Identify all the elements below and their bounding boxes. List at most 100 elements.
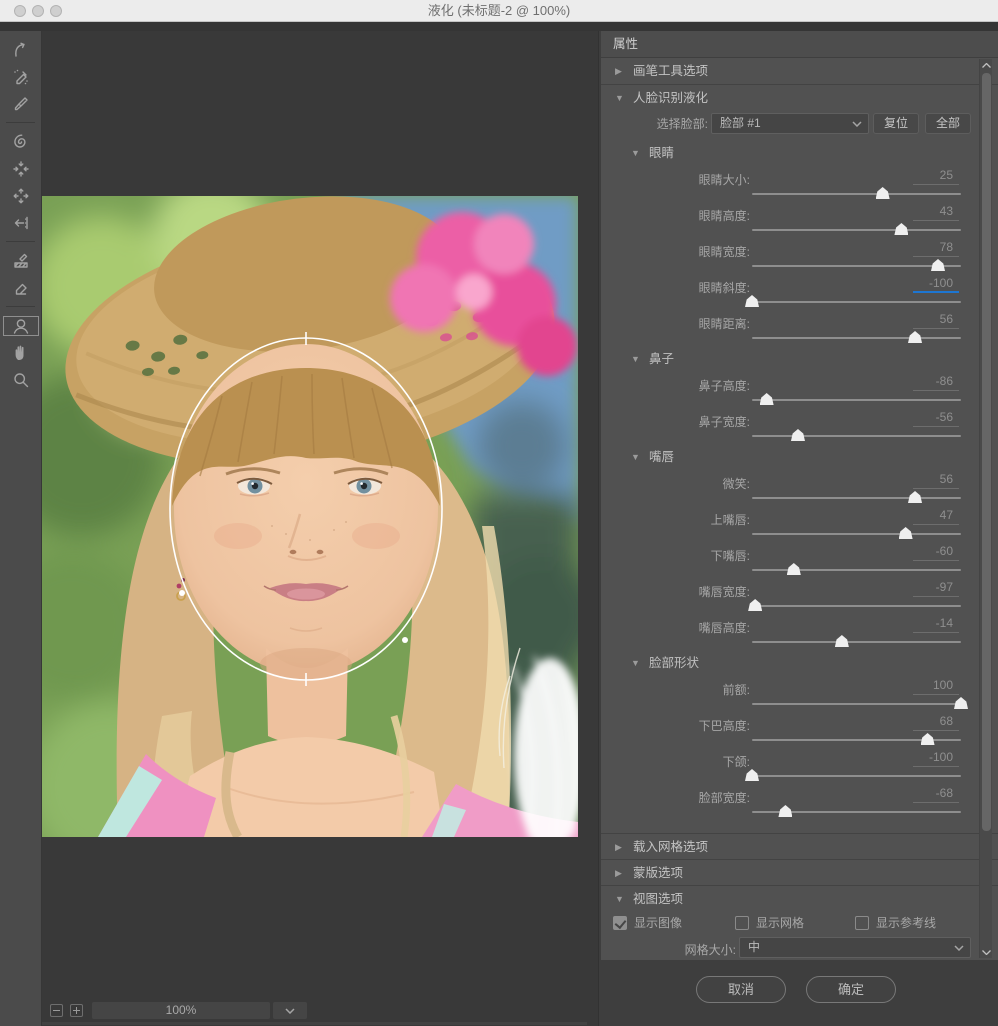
unchecked-checkbox-icon[interactable]: [735, 916, 749, 930]
zoom-out-button[interactable]: [50, 1004, 63, 1017]
reset-button[interactable]: 复位: [873, 113, 919, 134]
slider-value-field[interactable]: 43: [913, 204, 959, 221]
subsection-嘴唇[interactable]: ▼嘴唇: [601, 444, 998, 470]
slider-track[interactable]: [752, 605, 961, 607]
checkbox-显示参考线[interactable]: 显示参考线: [855, 914, 936, 931]
mesh-size-dropdown[interactable]: 中: [739, 937, 971, 958]
slider-label: 眼睛斜度:: [699, 279, 750, 296]
slider-value-field[interactable]: -97: [913, 580, 959, 597]
slider-handle[interactable]: [899, 527, 913, 539]
subsection-脸部形状[interactable]: ▼脸部形状: [601, 650, 998, 676]
push-left-icon: [11, 213, 31, 233]
subsection-眼睛[interactable]: ▼眼睛: [601, 140, 998, 166]
scroll-down-icon[interactable]: [980, 946, 993, 958]
slider-handle[interactable]: [745, 295, 759, 307]
slider-handle[interactable]: [745, 769, 759, 781]
slider-value-field[interactable]: -56: [913, 410, 959, 427]
slider-value-field[interactable]: 25: [913, 168, 959, 185]
zoom-level-field[interactable]: 100%: [92, 1002, 270, 1019]
freeze-mask-icon: [11, 251, 31, 271]
unchecked-checkbox-icon[interactable]: [855, 916, 869, 930]
ok-button[interactable]: 确定: [806, 976, 896, 1003]
slider-track[interactable]: [752, 229, 961, 231]
select-face-dropdown[interactable]: 脸部 #1: [711, 113, 869, 134]
slider-track[interactable]: [752, 497, 961, 499]
slider-track[interactable]: [752, 399, 961, 401]
slider-track[interactable]: [752, 193, 961, 195]
face-tool[interactable]: [0, 313, 42, 339]
checked-checkbox-icon[interactable]: [613, 916, 627, 930]
slider-handle[interactable]: [791, 429, 805, 441]
slider-value-field[interactable]: 56: [913, 312, 959, 329]
slider-value-field[interactable]: -86: [913, 374, 959, 391]
window-title: 液化 (未标题-2 @ 100%): [0, 0, 998, 22]
slider-handle[interactable]: [787, 563, 801, 575]
zoom-level-dropdown[interactable]: [273, 1002, 307, 1019]
subsection-鼻子[interactable]: ▼鼻子: [601, 346, 998, 372]
slider-value-field[interactable]: 56: [913, 472, 959, 489]
reconstruct-icon: [11, 67, 31, 87]
section-view-options[interactable]: ▼ 视图选项: [601, 885, 998, 911]
slider-handle[interactable]: [760, 393, 774, 405]
slider-track[interactable]: [752, 301, 961, 303]
expanded-triangle-icon: ▼: [615, 85, 624, 111]
slider-track[interactable]: [752, 641, 961, 643]
slider-value-field[interactable]: 68: [913, 714, 959, 731]
slider-value-field[interactable]: -14: [913, 616, 959, 633]
section-mask-options[interactable]: ▶ 蒙版选项: [601, 859, 998, 885]
photo-canvas[interactable]: [42, 196, 578, 837]
slider-track[interactable]: [752, 739, 961, 741]
slider-value-field[interactable]: -100: [913, 276, 959, 293]
freeze-mask-tool[interactable]: [0, 248, 42, 274]
slider-value-field[interactable]: 47: [913, 508, 959, 525]
slider-handle[interactable]: [921, 733, 935, 745]
bloat-tool[interactable]: [0, 183, 42, 209]
slider-handle[interactable]: [908, 331, 922, 343]
slider-value-field[interactable]: -68: [913, 786, 959, 803]
reconstruct-tool[interactable]: [0, 64, 42, 90]
twirl-clockwise-tool[interactable]: [0, 129, 42, 155]
panel-scrollbar[interactable]: [979, 59, 992, 958]
slider-track[interactable]: [752, 703, 961, 705]
canvas-horizontal-scrollbar[interactable]: [42, 1022, 587, 1025]
slider-handle[interactable]: [778, 805, 792, 817]
slider-track[interactable]: [752, 811, 961, 813]
slider-handle[interactable]: [931, 259, 945, 271]
hand-tool[interactable]: [0, 340, 42, 366]
scroll-up-icon[interactable]: [980, 59, 993, 71]
section-load-mesh-options[interactable]: ▶ 载入网格选项: [601, 833, 998, 859]
checkbox-显示网格[interactable]: 显示网格: [735, 914, 804, 931]
slider-track[interactable]: [752, 569, 961, 571]
slider-value-field[interactable]: -60: [913, 544, 959, 561]
slider-handle[interactable]: [954, 697, 968, 709]
push-left-tool[interactable]: [0, 210, 42, 236]
canvas-area[interactable]: 100%: [42, 31, 599, 1026]
zoom-in-button[interactable]: [70, 1004, 83, 1017]
slider-handle[interactable]: [748, 599, 762, 611]
pucker-tool[interactable]: [0, 156, 42, 182]
section-face-aware-liquify[interactable]: ▼ 人脸识别液化: [601, 84, 998, 110]
slider-handle[interactable]: [835, 635, 849, 647]
slider-handle[interactable]: [894, 223, 908, 235]
slider-track[interactable]: [752, 775, 961, 777]
smooth-tool[interactable]: [0, 91, 42, 117]
slider-track[interactable]: [752, 337, 961, 339]
slider-value-field[interactable]: 78: [913, 240, 959, 257]
slider-track[interactable]: [752, 265, 961, 267]
slider-value-field[interactable]: -100: [913, 750, 959, 767]
scrollbar-thumb[interactable]: [982, 73, 991, 831]
slider-track[interactable]: [752, 533, 961, 535]
cancel-button[interactable]: 取消: [696, 976, 786, 1003]
thaw-mask-tool[interactable]: [0, 275, 42, 301]
checkbox-显示图像[interactable]: 显示图像: [613, 914, 682, 931]
slider-handle[interactable]: [876, 187, 890, 199]
slider-track[interactable]: [752, 435, 961, 437]
slider-value-field[interactable]: 100: [913, 678, 959, 695]
expanded-triangle-icon: ▼: [631, 346, 640, 372]
forward-warp-tool[interactable]: [0, 37, 42, 63]
zoom-tool[interactable]: [0, 367, 42, 393]
all-button[interactable]: 全部: [925, 113, 971, 134]
thaw-mask-icon: [11, 278, 31, 298]
section-brush-tool-options[interactable]: ▶ 画笔工具选项: [601, 58, 998, 84]
slider-handle[interactable]: [908, 491, 922, 503]
